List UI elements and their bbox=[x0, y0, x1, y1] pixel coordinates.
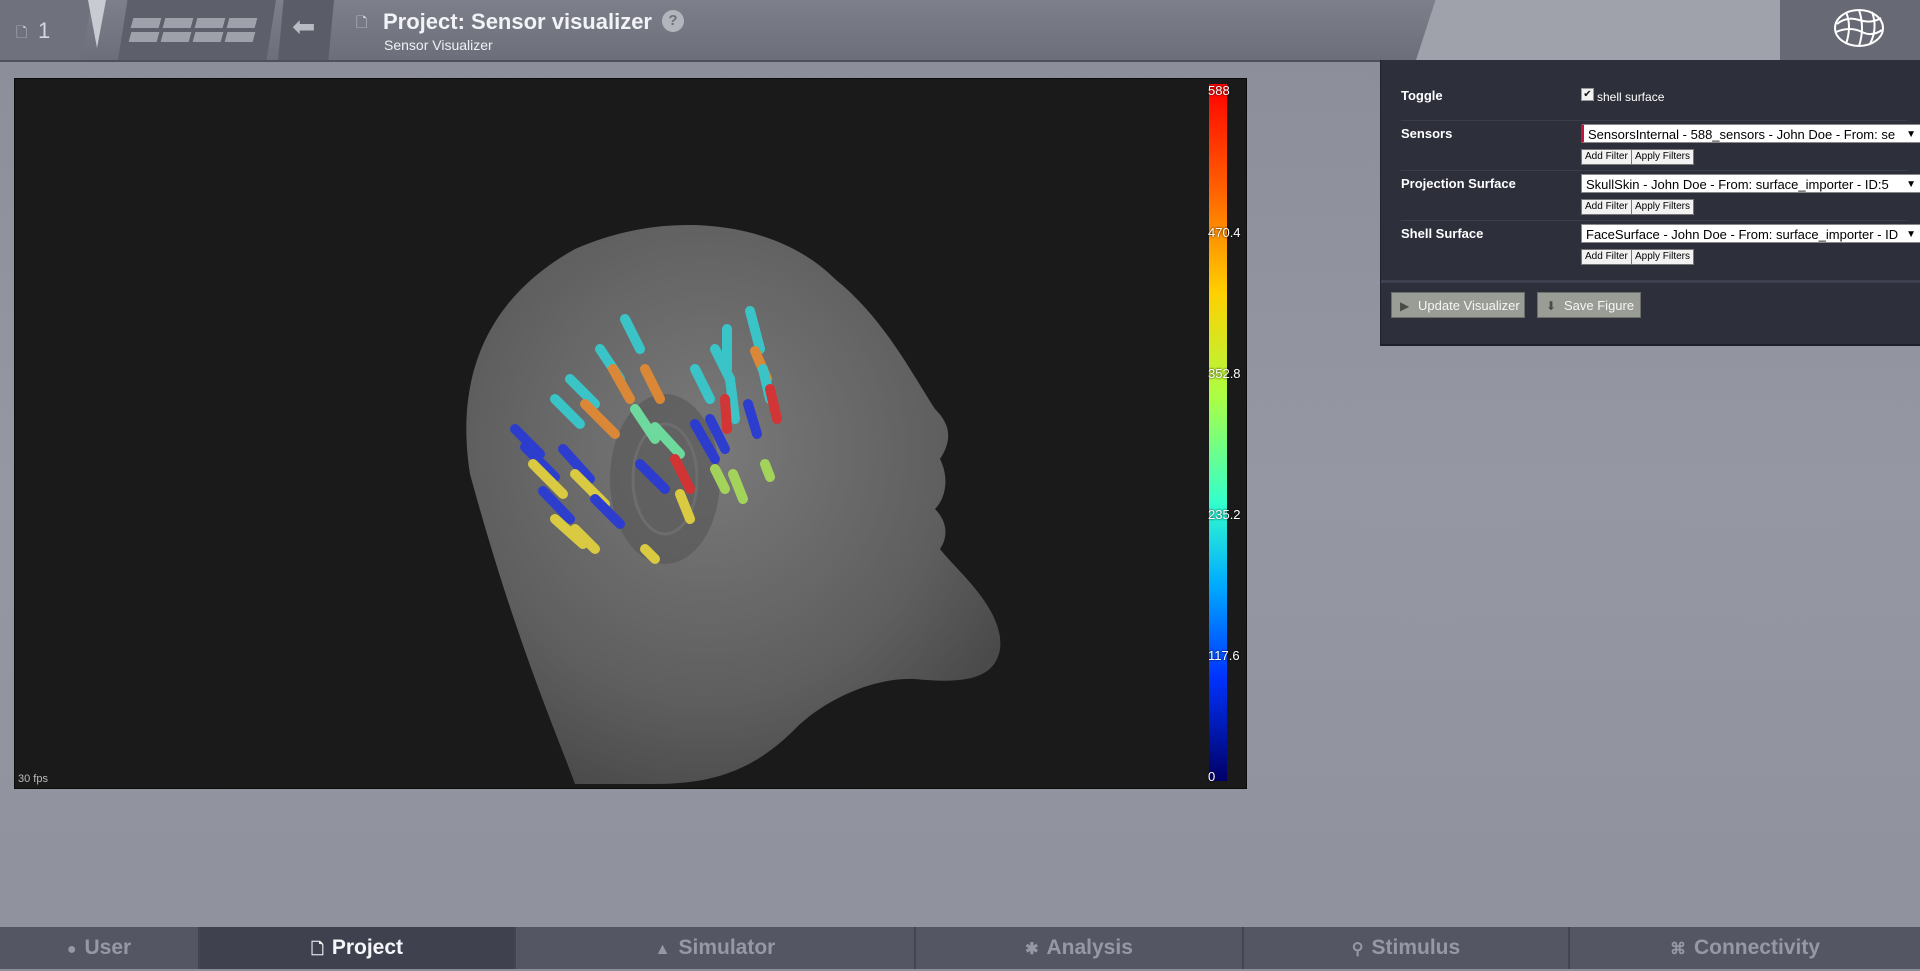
page-subtitle: Sensor Visualizer bbox=[384, 37, 493, 53]
header-notch bbox=[88, 0, 106, 48]
sensors-row: Sensors SensorsInternal - 588_sensors - … bbox=[1401, 120, 1920, 171]
project-grid-button[interactable] bbox=[118, 0, 276, 60]
colorbar-tick: 352.8 bbox=[1208, 366, 1241, 381]
colorbar-tick: 235.2 bbox=[1208, 507, 1241, 522]
add-filter-button[interactable]: Add Filter bbox=[1581, 199, 1632, 215]
shell-surface-select[interactable]: FaceSurface - John Doe - From: surface_i… bbox=[1581, 224, 1920, 243]
apply-filters-button[interactable]: Apply Filters bbox=[1631, 199, 1695, 215]
fps-counter: 30 fps bbox=[18, 773, 48, 785]
project-doc-icon: 🗋 bbox=[356, 14, 368, 30]
colorbar-tick: 117.6 bbox=[1208, 648, 1240, 663]
toggle-label: Toggle bbox=[1401, 88, 1443, 103]
gear-icon: ✱ bbox=[1025, 941, 1039, 958]
tab-stimulus[interactable]: ⚲ Stimulus bbox=[1244, 927, 1570, 969]
back-button[interactable]: ⬅ bbox=[278, 0, 334, 60]
bottom-nav: ● User 🗋 Project ▲ Simulator ✱ Analysis ⚲ Sti… bbox=[0, 927, 1920, 969]
top-header: 🗋 1 ⬅ 🗋 Project: Sensor visualizer ? Sen… bbox=[0, 0, 1920, 62]
head-model: 30 fps bbox=[18, 225, 1001, 785]
visualizer-canvas[interactable]: 30 fps 588 470.4 352.8 235.2 117.6 0 bbox=[14, 78, 1247, 789]
panel-divider bbox=[1381, 280, 1920, 283]
header-right-tab bbox=[1416, 0, 1806, 60]
sensors-select[interactable]: SensorsInternal - 588_sensors - John Doe… bbox=[1581, 124, 1920, 143]
projection-surface-select[interactable]: SkullSkin - John Doe - From: surface_imp… bbox=[1581, 174, 1920, 193]
toggle-row: Toggle ✔ shell surface bbox=[1401, 82, 1907, 121]
play-icon: ▶ bbox=[1400, 299, 1410, 313]
projection-surface-row: Projection Surface SkullSkin - John Doe … bbox=[1401, 170, 1920, 221]
tab-user[interactable]: ● User bbox=[0, 927, 200, 969]
brain-logo[interactable] bbox=[1780, 0, 1920, 60]
apply-filters-button[interactable]: Apply Filters bbox=[1631, 249, 1695, 265]
update-visualizer-button[interactable]: ▶ Update Visualizer bbox=[1391, 292, 1525, 318]
visualizer-settings-panel: Toggle ✔ shell surface Sensors SensorsIn… bbox=[1380, 60, 1920, 346]
shell-surface-row: Shell Surface FaceSurface - John Doe - F… bbox=[1401, 220, 1920, 270]
document-icon: 🗋 bbox=[16, 24, 28, 40]
network-icon: ⌘ bbox=[1669, 941, 1686, 958]
rocket-icon: ▲ bbox=[654, 941, 671, 958]
save-figure-button[interactable]: ⬇ Save Figure bbox=[1537, 292, 1641, 318]
projection-surface-label: Projection Surface bbox=[1401, 176, 1516, 191]
colorbar-tick: 0 bbox=[1208, 769, 1216, 784]
sensors-label: Sensors bbox=[1401, 126, 1453, 141]
back-arrow-icon: ⬅ bbox=[292, 11, 316, 42]
download-icon: ⬇ bbox=[1546, 299, 1557, 313]
shell-surface-label: Shell Surface bbox=[1401, 226, 1484, 241]
dropdown-arrow-icon: ▼ bbox=[1903, 125, 1916, 142]
document-icon: 🗋 bbox=[310, 941, 324, 958]
shell-surface-checkbox-label: shell surface bbox=[1597, 90, 1665, 104]
tab-analysis[interactable]: ✱ Analysis bbox=[916, 927, 1244, 969]
dropdown-arrow-icon: ▼ bbox=[1903, 175, 1916, 192]
shell-surface-checkbox[interactable]: ✔ bbox=[1581, 88, 1594, 101]
tab-simulator[interactable]: ▲ Simulator bbox=[516, 927, 916, 969]
pin-icon: ⚲ bbox=[1351, 941, 1364, 958]
add-filter-button[interactable]: Add Filter bbox=[1581, 149, 1632, 165]
page-title: Project: Sensor visualizer bbox=[383, 9, 652, 34]
user-icon: ● bbox=[66, 941, 77, 958]
colorbar bbox=[1209, 84, 1227, 781]
project-counter[interactable]: 🗋 1 bbox=[0, 0, 92, 60]
dropdown-arrow-icon: ▼ bbox=[1903, 225, 1916, 242]
brain-icon bbox=[1834, 9, 1884, 47]
project-count: 1 bbox=[38, 18, 51, 43]
add-filter-button[interactable]: Add Filter bbox=[1581, 249, 1632, 265]
tab-connectivity[interactable]: ⌘ Connectivity bbox=[1570, 927, 1920, 969]
apply-filters-button[interactable]: Apply Filters bbox=[1631, 149, 1695, 165]
colorbar-tick: 588 bbox=[1208, 83, 1230, 98]
help-icon[interactable]: ? bbox=[662, 10, 684, 32]
grid-icon bbox=[130, 18, 162, 28]
colorbar-tick: 470.4 bbox=[1208, 225, 1241, 240]
tab-project[interactable]: 🗋 Project bbox=[200, 927, 516, 969]
